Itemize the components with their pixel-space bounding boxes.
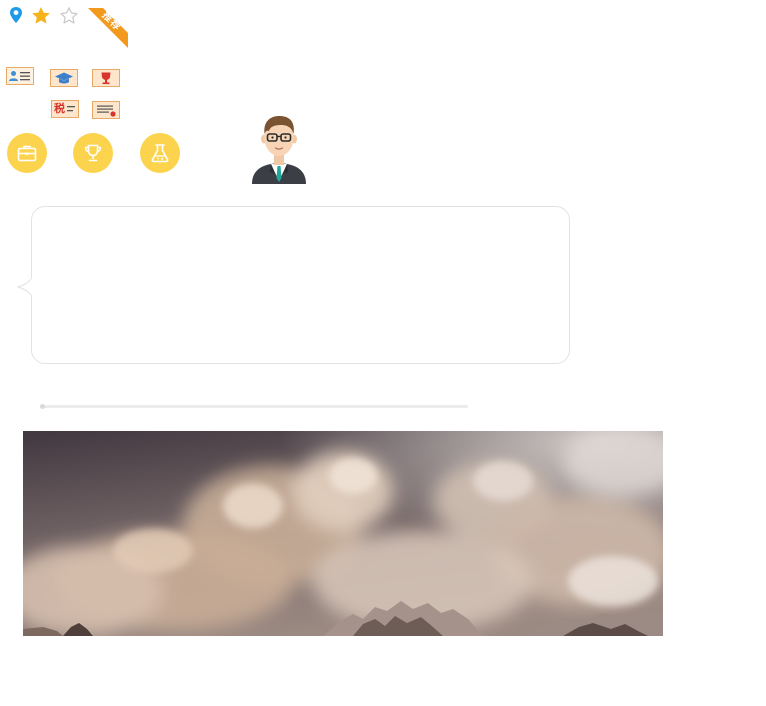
avatar <box>252 116 306 184</box>
star-filled-icon[interactable] <box>31 6 51 25</box>
trophy-button[interactable] <box>73 133 113 173</box>
progress-track[interactable] <box>40 405 468 408</box>
seal-certificate-icon[interactable] <box>92 101 120 119</box>
flask-icon <box>151 144 169 163</box>
flask-button[interactable] <box>140 133 180 173</box>
speech-bubble <box>31 206 570 364</box>
tax-label: 税 <box>54 103 65 115</box>
id-card-icon[interactable] <box>6 67 34 85</box>
briefcase-icon <box>17 145 37 162</box>
briefcase-button[interactable] <box>7 133 47 173</box>
tax-certificate-icon[interactable]: 税 <box>51 100 79 118</box>
trophy-icon <box>84 144 102 162</box>
graduation-cap-icon[interactable] <box>50 69 78 87</box>
star-empty-icon[interactable] <box>59 6 79 25</box>
speech-bubble-tail <box>17 277 33 297</box>
landscape-photo <box>23 431 663 636</box>
trophy-certificate-icon[interactable] <box>92 69 120 87</box>
progress-handle[interactable] <box>40 404 45 409</box>
location-pin-icon[interactable] <box>8 6 24 24</box>
recommended-ribbon: 推荐 <box>88 8 128 48</box>
